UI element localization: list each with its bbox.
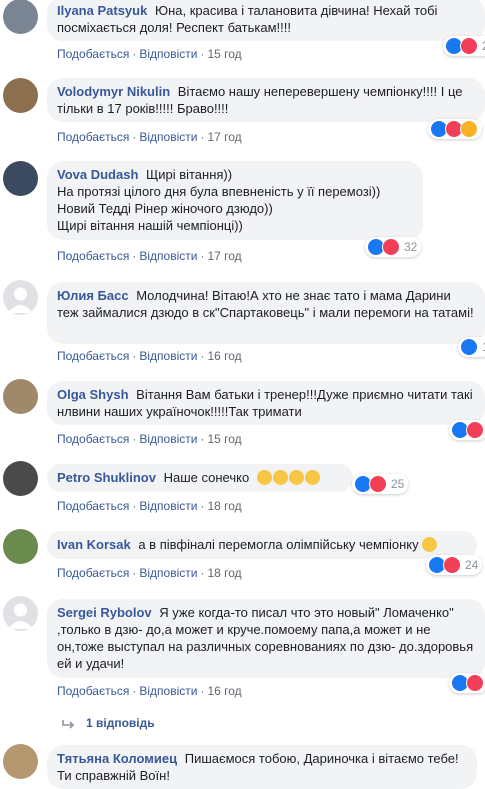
love-reaction-icon <box>460 37 478 55</box>
comment-bubble: Sergei Rybolov Я уже когда-то писал что … <box>47 599 485 678</box>
smile-emoji-icon <box>422 537 438 552</box>
comment-author[interactable]: Volodymyr Nikulin <box>57 84 170 99</box>
like-link[interactable]: Подобається <box>57 130 129 144</box>
default-avatar-icon <box>8 603 33 629</box>
wow-reaction-icon <box>460 120 478 138</box>
avatar[interactable] <box>3 596 38 631</box>
comment-bubble: Ilyana Patsyuk Юна, красива і талановита… <box>47 0 485 41</box>
comment-bubble: Volodymyr Nikulin Вітаємо нашу неперевер… <box>47 78 485 122</box>
avatar[interactable] <box>3 78 38 113</box>
comment-bubble: Юлия Басс Молодчина! Вітаю!А хто не знає… <box>47 282 485 344</box>
hugging-emoji-icon <box>272 470 288 485</box>
clapping-hands-emoji-icon <box>304 470 320 485</box>
like-link[interactable]: Подобається <box>57 566 129 580</box>
like-reaction-icon <box>460 338 478 356</box>
reaction-count: 25 <box>391 477 405 491</box>
reaction-summary[interactable]: 25 <box>352 474 409 494</box>
view-replies-link[interactable]: 1 відповідь <box>62 716 155 730</box>
comment-time[interactable]: 17 год <box>207 130 241 144</box>
comment-author[interactable]: Ilyana Patsyuk <box>57 3 147 18</box>
heart-eyes-emoji-icon <box>256 470 272 485</box>
comment-bubble: Olga Shysh Вітання Вам батьки і тренер!!… <box>47 381 485 425</box>
reply-arrow-icon <box>62 720 75 729</box>
comment-author[interactable]: Юлия Басс <box>57 288 129 303</box>
avatar[interactable] <box>3 0 38 34</box>
reply-link[interactable]: Відповісти <box>139 249 197 263</box>
avatar[interactable] <box>3 379 38 414</box>
avatar[interactable] <box>3 161 38 196</box>
reply-link[interactable]: Відповісти <box>139 499 197 513</box>
comment-time[interactable]: 16 год <box>207 349 241 363</box>
avatar[interactable] <box>3 744 38 779</box>
reply-link[interactable]: Відповісти <box>139 47 197 61</box>
love-reaction-icon <box>369 475 387 493</box>
comment-text: а в півфіналі перемогла олімпійську чемп… <box>138 537 419 552</box>
reaction-summary[interactable] <box>449 673 485 693</box>
comment-actions: Подобається · Відповісти · 18 год <box>57 566 242 580</box>
reaction-summary[interactable] <box>428 119 482 139</box>
default-avatar-icon <box>8 287 33 313</box>
comment-actions: Подобається · Відповісти · 15 год <box>57 432 242 446</box>
grinning-emoji-icon <box>288 470 304 485</box>
like-link[interactable]: Подобається <box>57 684 129 698</box>
reaction-summary[interactable] <box>449 420 485 440</box>
comment-time[interactable]: 15 год <box>207 47 241 61</box>
love-reaction-icon <box>443 556 461 574</box>
comment-time[interactable]: 18 год <box>207 499 241 513</box>
reaction-summary[interactable]: 32 <box>365 237 422 257</box>
like-link[interactable]: Подобається <box>57 432 129 446</box>
comment-author[interactable]: Тятьяна Коломиец <box>57 751 177 766</box>
like-link[interactable]: Подобається <box>57 249 129 263</box>
avatar[interactable] <box>3 529 38 564</box>
comment-author[interactable]: Petro Shuklinov <box>57 470 156 485</box>
replies-count-label: 1 відповідь <box>86 716 155 730</box>
comment-actions: Подобається · Відповісти · 18 год <box>57 499 242 513</box>
avatar[interactable] <box>3 461 38 496</box>
avatar[interactable] <box>3 280 38 315</box>
comment-time[interactable]: 17 год <box>207 249 241 263</box>
emoji-group <box>256 470 321 485</box>
reply-link[interactable]: Відповісти <box>139 432 197 446</box>
comment-author[interactable]: Ivan Korsak <box>57 537 131 552</box>
reaction-summary[interactable]: 24 <box>426 555 483 575</box>
comment-time[interactable]: 16 год <box>207 684 241 698</box>
reply-link[interactable]: Відповісти <box>139 684 197 698</box>
comment-text: Наше сонечко <box>163 470 250 485</box>
reaction-summary[interactable]: 29 <box>443 36 485 56</box>
comment-time[interactable]: 15 год <box>207 432 241 446</box>
comment-actions: Подобається · Відповісти · 15 год <box>57 47 242 61</box>
comment-bubble: Ivan Korsak а в півфіналі перемогла олім… <box>47 531 477 559</box>
reaction-count: 24 <box>465 558 479 572</box>
comment-author[interactable]: Sergei Rybolov <box>57 605 152 620</box>
reply-link[interactable]: Відповісти <box>139 349 197 363</box>
comment-bubble: Petro Shuklinov Наше сонечко <box>47 464 353 492</box>
comment-actions: Подобається · Відповісти · 16 год <box>57 684 242 698</box>
comment-bubble: Тятьяна Коломиец Пишаємося тобою, Дарино… <box>47 745 477 789</box>
reaction-count: 32 <box>404 240 418 254</box>
comment-author[interactable]: Olga Shysh <box>57 387 129 402</box>
love-reaction-icon <box>382 238 400 256</box>
like-link[interactable]: Подобається <box>57 499 129 513</box>
like-link[interactable]: Подобається <box>57 47 129 61</box>
love-reaction-icon <box>466 674 484 692</box>
reply-link[interactable]: Відповісти <box>139 130 197 144</box>
comment-actions: Подобається · Відповісти · 17 год <box>57 130 242 144</box>
comment-actions: Подобається · Відповісти · 16 год <box>57 349 242 363</box>
comment-bubble: Vova Dudash Щирі вітання)) На протязі ці… <box>47 161 423 240</box>
comment-author[interactable]: Vova Dudash <box>57 167 138 182</box>
reaction-summary[interactable]: 1 <box>458 337 485 357</box>
comment-time[interactable]: 18 год <box>207 566 241 580</box>
comment-actions: Подобається · Відповісти · 17 год <box>57 249 242 263</box>
love-reaction-icon <box>466 421 484 439</box>
like-link[interactable]: Подобається <box>57 349 129 363</box>
reply-link[interactable]: Відповісти <box>139 566 197 580</box>
